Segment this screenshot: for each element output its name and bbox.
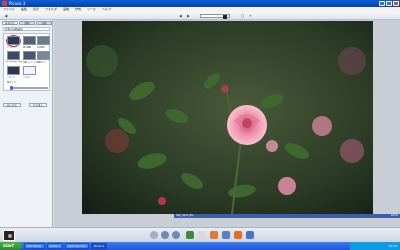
effect-redeye[interactable] bbox=[37, 36, 50, 45]
effect-auto-contrast[interactable] bbox=[23, 51, 36, 60]
tray-thumbnail-bloom bbox=[8, 234, 12, 238]
picasa-window: Picasa 3 ファイル 編集 表示 フォルダ 画像 作成 ツール ヘルプ ◀… bbox=[0, 0, 400, 250]
edit-panel: 基本修正 調整 効果 作業の自動検出 トリミング 傾き調整 赤目補正 I'm F… bbox=[0, 20, 53, 227]
title-bar[interactable]: Picasa 3 bbox=[0, 0, 400, 7]
tab-basic-fixes[interactable]: 基本修正 bbox=[2, 21, 18, 25]
effect-label: トリミング bbox=[7, 47, 18, 49]
tab-tuning[interactable]: 調整 bbox=[19, 21, 35, 25]
next-photo-button[interactable]: ▶ bbox=[186, 14, 191, 18]
effect-text[interactable] bbox=[23, 66, 36, 75]
star-icon[interactable] bbox=[150, 231, 158, 239]
zoom-in-icon[interactable]: + bbox=[248, 14, 253, 18]
tray-clock[interactable]: 13:24 bbox=[388, 244, 397, 248]
taskbar-item[interactable]: RSS Reader bbox=[24, 243, 45, 249]
effect-label: レタッチ bbox=[7, 77, 16, 79]
minimize-button[interactable] bbox=[379, 1, 385, 6]
zoom-slider[interactable] bbox=[200, 14, 230, 19]
fill-light-slider-knob[interactable] bbox=[10, 85, 13, 90]
effect-crop[interactable] bbox=[7, 36, 20, 45]
effect-label: 赤目補正 bbox=[37, 47, 46, 49]
effect-label: テキスト bbox=[23, 77, 31, 79]
photo-filename: IMG_0001.JPG bbox=[176, 214, 194, 217]
panel-subheader: 作業の自動検出 bbox=[3, 27, 50, 31]
fill-light-slider[interactable] bbox=[10, 85, 48, 90]
rose-photo-image bbox=[82, 21, 373, 214]
fill-light-label: 補正ライト bbox=[7, 82, 18, 84]
email-icon[interactable] bbox=[198, 231, 206, 239]
tray-thumbnail[interactable] bbox=[3, 230, 15, 241]
prev-photo-button[interactable]: ◀ bbox=[178, 14, 183, 18]
close-button[interactable] bbox=[393, 1, 399, 6]
effect-label: I'm Feeling Lucky bbox=[5, 61, 23, 63]
effect-lucky[interactable] bbox=[7, 51, 20, 60]
app-icon bbox=[2, 1, 7, 6]
effect-retouch[interactable] bbox=[7, 66, 20, 75]
taskbar: start RSS Reader Picasa 3 Total Free Mon… bbox=[0, 242, 400, 250]
photo-status-strip: IMG_0001.JPG 100% bbox=[174, 214, 400, 218]
effects-grid: トリミング 傾き調整 赤目補正 I'm Feeling Lucky 自動コントラ… bbox=[3, 33, 50, 91]
rotate-left-icon[interactable] bbox=[161, 231, 169, 239]
taskbar-item[interactable]: Picasa 3 bbox=[46, 243, 63, 249]
window-title: Picasa 3 bbox=[9, 1, 26, 6]
toolbar: ◀ ◀ ▶ ▢ + bbox=[0, 12, 400, 20]
effect-label: 自動カラー bbox=[37, 62, 48, 64]
taskbar-item-active[interactable]: Picasa 3 bbox=[90, 243, 108, 249]
export-icon[interactable] bbox=[222, 231, 230, 239]
maximize-button[interactable] bbox=[386, 1, 392, 6]
zoom-fit-icon[interactable]: ▢ bbox=[240, 14, 245, 18]
taskbar-item[interactable]: Total Free Mon bbox=[64, 243, 89, 249]
tab-effects[interactable]: 効果 bbox=[36, 21, 52, 25]
edit-tabs: 基本修正 調整 効果 bbox=[2, 21, 52, 25]
effect-auto-color[interactable] bbox=[37, 51, 50, 60]
photo-viewer: IMG_0001.JPG 100% bbox=[54, 20, 400, 227]
redo-button[interactable]: やり直し bbox=[29, 103, 47, 107]
window-controls bbox=[379, 1, 399, 6]
back-button[interactable]: ◀ bbox=[3, 14, 9, 18]
collage-icon[interactable] bbox=[246, 231, 254, 239]
effect-straighten[interactable] bbox=[23, 36, 36, 45]
zoom-slider-thumb[interactable] bbox=[223, 14, 227, 19]
start-button[interactable]: start bbox=[0, 242, 22, 250]
photo-tray-bar bbox=[0, 227, 400, 242]
undo-button[interactable]: 元に戻す bbox=[3, 103, 21, 107]
rotate-right-icon[interactable] bbox=[172, 231, 180, 239]
blog-icon[interactable] bbox=[234, 231, 242, 239]
effect-label: 傾き調整 bbox=[23, 47, 32, 49]
photo-zoom-text: 100% bbox=[390, 214, 398, 217]
upload-icon[interactable] bbox=[186, 231, 194, 239]
rose-photo[interactable] bbox=[82, 21, 373, 214]
system-tray: 13:24 bbox=[350, 242, 400, 250]
print-icon[interactable] bbox=[210, 231, 218, 239]
